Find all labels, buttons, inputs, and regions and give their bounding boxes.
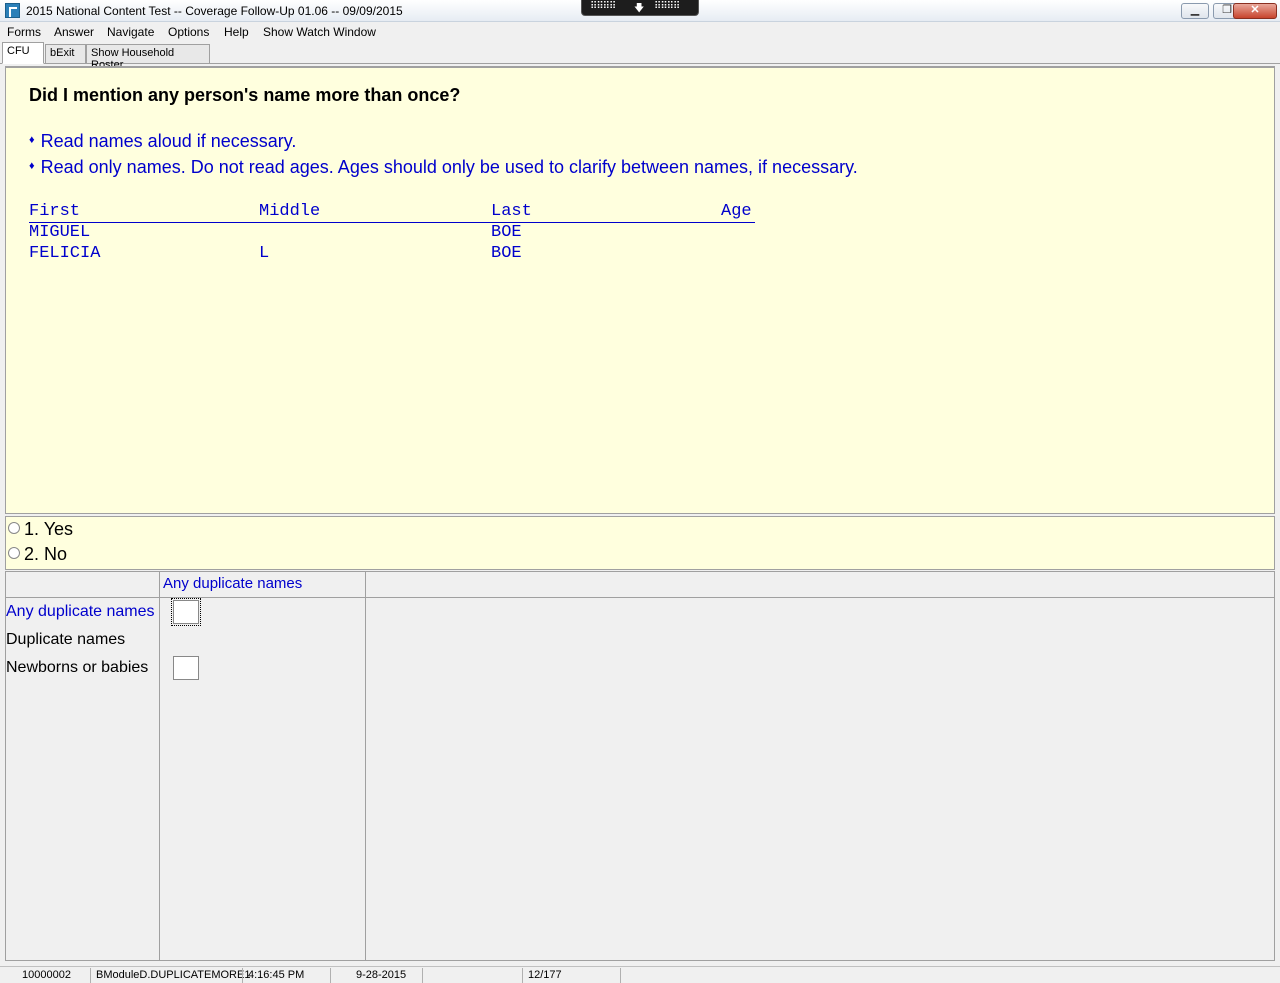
roster-cell-first: FELICIA xyxy=(29,244,101,263)
status-separator xyxy=(242,968,243,983)
status-case-id: 10000002 xyxy=(22,969,71,981)
grid-header-divider xyxy=(6,597,1274,598)
grid-row-label-duplicate-names[interactable]: Duplicate names xyxy=(6,631,125,649)
newborns-or-babies-input[interactable] xyxy=(173,656,199,680)
status-bar: 10000002 BModuleD.DUPLICATEMORE1 4:16:45… xyxy=(0,966,1280,983)
tab-show-household-roster[interactable]: Show Household Roster xyxy=(86,44,210,71)
any-duplicate-names-input[interactable] xyxy=(171,598,201,626)
answer-label[interactable]: 1. Yes xyxy=(24,519,73,539)
status-separator xyxy=(422,968,423,983)
menu-show-watch-window[interactable]: Show Watch Window xyxy=(263,25,376,39)
remote-toolbar-left[interactable]: ⠿⠿⠿⠿ xyxy=(590,1,616,12)
radio-button[interactable] xyxy=(8,547,20,559)
title-bar[interactable]: 2015 National Content Test -- Coverage F… xyxy=(0,0,1280,22)
grid-row-label-any-duplicate-names[interactable]: Any duplicate names xyxy=(6,603,155,621)
status-separator xyxy=(90,968,91,983)
instruction-text: Read names aloud if necessary. xyxy=(40,131,297,151)
tab-cfu[interactable]: CFU xyxy=(2,42,44,64)
close-icon: ✕ xyxy=(1250,4,1260,16)
status-time: 4:16:45 PM xyxy=(248,969,305,981)
grid-divider xyxy=(159,572,160,960)
grid-divider xyxy=(365,572,366,960)
remote-toolbar-right[interactable]: ⠿⠿⠿⠿ xyxy=(654,1,680,12)
app-icon[interactable] xyxy=(5,3,20,18)
status-date: 9-28-2015 xyxy=(356,969,407,981)
status-empty xyxy=(424,969,428,983)
status-separator xyxy=(620,968,621,983)
radio-button[interactable] xyxy=(8,522,20,534)
remote-session-toolbar[interactable]: ⠿⠿⠿⠿ 🡇 ⠿⠿⠿⠿ xyxy=(581,0,699,16)
minimize-button[interactable]: ▁ xyxy=(1181,3,1209,19)
roster-header-last: Last xyxy=(491,202,532,221)
instruction-1: ♦ Read names aloud if necessary. xyxy=(29,131,296,152)
roster-header-age: Age xyxy=(721,202,752,221)
instruction-text: Read only names. Do not read ages. Ages … xyxy=(40,157,858,177)
bullet-icon: ♦ xyxy=(29,160,35,172)
roster-cell-middle: L xyxy=(259,244,270,263)
answer-option-no[interactable]: 2. No xyxy=(8,544,67,565)
tab-bexit[interactable]: bExit xyxy=(45,44,86,64)
answer-option-yes[interactable]: 1. Yes xyxy=(8,519,73,540)
menu-answer[interactable]: Answer xyxy=(54,25,94,39)
roster-header-underline xyxy=(29,222,755,223)
roster-header-middle: Middle xyxy=(259,202,321,221)
question-text: Did I mention any person's name more tha… xyxy=(29,85,461,105)
roster-header-first: First xyxy=(29,202,81,221)
status-page: 12/177 xyxy=(528,969,562,981)
minimize-icon: ▁ xyxy=(1190,4,1200,16)
instruction-2: ♦ Read only names. Do not read ages. Ages… xyxy=(29,157,858,178)
bullet-icon: ♦ xyxy=(29,134,35,146)
menu-forms[interactable]: Forms xyxy=(7,25,41,39)
status-field-name: BModuleD.DUPLICATEMORE1 xyxy=(96,969,251,981)
answer-label[interactable]: 2. No xyxy=(24,544,67,564)
answer-panel: 1. Yes 2. No xyxy=(5,516,1275,570)
question-panel: Did I mention any person's name more tha… xyxy=(5,66,1275,514)
status-separator xyxy=(330,968,331,983)
roster-cell-first: MIGUEL xyxy=(29,223,91,242)
tab-bar: CFU bExit Show Household Roster xyxy=(0,42,1280,71)
grid-column-header: Any duplicate names xyxy=(163,575,303,592)
menu-help[interactable]: Help xyxy=(224,25,249,39)
menu-options[interactable]: Options xyxy=(168,25,209,39)
menu-navigate[interactable]: Navigate xyxy=(107,25,154,39)
field-grid: Any duplicate names Any duplicate names … xyxy=(5,571,1275,961)
window-title: 2015 National Content Test -- Coverage F… xyxy=(26,4,403,18)
status-separator xyxy=(522,968,523,983)
roster-cell-last: BOE xyxy=(491,223,522,242)
remote-toolbar-down-icon[interactable]: 🡇 xyxy=(634,1,644,18)
grid-row-label-newborns-or-babies[interactable]: Newborns or babies xyxy=(6,659,148,677)
roster-cell-last: BOE xyxy=(491,244,522,263)
menu-bar: Forms Answer Navigate Options Help Show … xyxy=(0,22,1280,42)
close-button[interactable]: ✕ xyxy=(1233,3,1277,19)
